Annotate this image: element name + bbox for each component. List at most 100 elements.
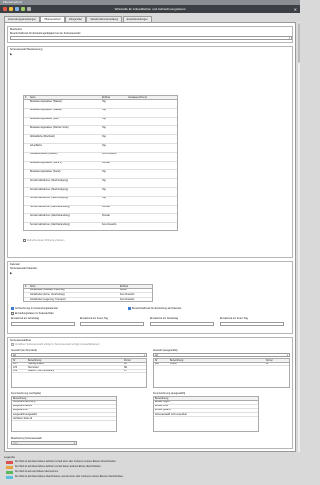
table-cell xyxy=(128,170,177,171)
add-icon[interactable] xyxy=(21,7,25,11)
lower-left-label: Kennzeichnung (verfügbar) xyxy=(11,392,42,395)
table-row[interactable]: LVE Reaktor (Test Kenndaten) RT xyxy=(12,370,146,374)
table-cell: Bewässerungswasser (Wasser) xyxy=(30,100,63,103)
kennzeichnung-ausgewaehlt-table: Bezeichnung Einsatz beginn Einsatz ende Ei… xyxy=(153,396,259,432)
sortenauswahl-select[interactable]: Unit xyxy=(11,441,77,445)
option-label: Bereitschaftszeit für Einstellung als Ka… xyxy=(132,307,182,310)
legend-item: Der Wert ist auf dieser Ebene überschrie… xyxy=(4,474,296,479)
table-cell xyxy=(128,188,177,189)
table-row[interactable]: Bewässerungswasser (Flächen Stufe) Tag xyxy=(24,126,177,136)
table-row[interactable]: Bewässerungswasser (Wasser) Tag xyxy=(24,100,177,109)
lower-right-label: Kennzeichnung (ausgewählt) xyxy=(153,392,186,395)
bereitschaftszeit-kalender-checkbox[interactable] xyxy=(128,307,131,310)
refresh-icon[interactable] xyxy=(15,7,19,11)
legend-text: Der Wert ist auf einer Ebene übernommen. xyxy=(15,471,59,473)
table-cell xyxy=(128,135,177,136)
table-cell: Kein Zuwachs xyxy=(120,298,135,301)
table-row[interactable]: Bewässerungswasser (Kalt) Tag xyxy=(24,118,177,127)
right-selection-table: Nr Bezeichnung Kürzel IRE Irrland IR xyxy=(153,358,290,388)
table-row[interactable]: Bewässerungswasser (Kanal) Tag xyxy=(24,170,177,180)
table-cell: Feldarbeiten (Ernte, Verarbeitung) xyxy=(30,293,65,296)
table-cell: Periode xyxy=(102,162,110,165)
legend-swatch xyxy=(6,476,13,479)
table-row[interactable]: Gewässerwasser (Wasser) Kein Zuwachs xyxy=(24,153,177,162)
table-cell: Sortenkennzeichnung xyxy=(13,401,36,404)
table-cell: Kein Zuwachs xyxy=(102,153,117,156)
table-cell: Kein Zuwachs xyxy=(120,293,135,296)
kennzeichnung-verfuegbar-table: Bezeichnung Sortenkennzeichnung ausgewähl… xyxy=(11,396,117,432)
section-kalender: Kalender Sortenauswahl Kalender ▶ # Sort… xyxy=(7,261,293,334)
date-label-1: Einsatzzeit am Arbeitstag xyxy=(11,317,40,320)
table-cell: IRE xyxy=(155,363,159,366)
table-cell: Reaktor (Test Kenndaten) xyxy=(28,370,55,373)
table-cell xyxy=(128,153,177,154)
table-row[interactable]: Sondermaßnahmen (Nachbehandlung) Periode xyxy=(24,214,177,224)
save-icon[interactable] xyxy=(3,7,7,11)
table-row[interactable]: Sondermaßnahmen (Tauchreinigung) Tag xyxy=(24,188,177,197)
table-cell: Sondermaßnahmen (Tauchreinigung) xyxy=(30,197,69,200)
date-input-1[interactable] xyxy=(11,322,75,326)
table-row[interactable]: Sondermaßnahmen (Nachbehandlung) Periode xyxy=(24,206,177,215)
scrollbar-thumb[interactable] xyxy=(298,23,300,63)
right-type-select[interactable]: Art xyxy=(153,353,290,357)
date-input-4[interactable] xyxy=(220,322,284,326)
table-cell xyxy=(128,214,177,215)
table-row[interactable]: IRE Irrland IR xyxy=(154,363,289,367)
table-cell xyxy=(128,118,177,119)
zeitreihe-checkbox[interactable] xyxy=(23,239,26,242)
vertical-scrollbar[interactable] xyxy=(297,22,300,452)
date-input-3[interactable] xyxy=(150,322,214,326)
table-cell: Bewässerungswasser (Flächen Stufe) xyxy=(30,126,69,129)
kalenderblatt-checkbox[interactable] xyxy=(11,312,14,315)
left-list-label: Auswahl (am Flurstück) xyxy=(11,349,38,352)
window-title: Pflanzenschutz xyxy=(3,0,22,4)
table-row[interactable]: Bewässerungswasser (Stufe II) Periode xyxy=(24,162,177,171)
table-cell: Sondermaßnahmen (Nachbehandlung) xyxy=(30,206,70,209)
table-cell: Tag xyxy=(102,126,106,129)
expand-icon[interactable]: ▶ xyxy=(10,53,12,56)
table-row[interactable]: Sondermaßnahmen (Tauchreinigung) Tag xyxy=(24,179,177,188)
table-row[interactable]: Sondermaßnahmen (Nachbehandlung) Kein Zuw… xyxy=(24,223,177,230)
date-label-4: Einsatzzeit am freien Tag xyxy=(220,317,248,320)
main-panel: Bearbeiten Bereitschaftszeit für Einstel… xyxy=(4,22,296,452)
legend-text: Der Wert ist auf dieser Ebene definiert … xyxy=(15,461,117,463)
table-row[interactable]: Bewässerungswasser (Wasser) Tag xyxy=(24,109,177,118)
table-cell: Bewässerungswasser (Kalt) xyxy=(30,118,59,121)
table-cell: Bewässerungswasser (Stufe II) xyxy=(30,162,62,165)
table-cell: Abbaufläche (Mischsalz) xyxy=(30,135,56,138)
settings-icon[interactable] xyxy=(27,7,31,11)
table-cell: ausgewählt aktuell xyxy=(13,405,32,408)
auswahlkriterien-checkbox[interactable] xyxy=(11,343,14,346)
table-row[interactable]: Feldarbeiten (Lagerung, Transport) Kein Z… xyxy=(24,298,152,301)
table-cell: Monat xyxy=(120,289,127,292)
table-cell: Periode xyxy=(102,206,110,209)
table-cell: ausgewählt alt xyxy=(13,409,28,412)
undo-icon[interactable] xyxy=(9,7,13,11)
table-row[interactable]: Verfahren Stufe alt xyxy=(12,417,116,422)
table-cell: Tag xyxy=(102,170,106,173)
legend-text: Der Wert ist auf dieser Ebene überschrie… xyxy=(15,476,124,478)
expand-icon[interactable]: ▶ xyxy=(10,272,12,275)
checkbox-label: Zeitreihe dieser Wirkung erfassen xyxy=(27,239,65,242)
table-cell xyxy=(128,197,177,198)
table-cell: Kein Zuwachs xyxy=(102,223,117,226)
table-cell: Sondermaßnahmen (Nachbehandlung) xyxy=(30,223,70,226)
table-row[interactable]: Ackerfläche Tag xyxy=(24,144,177,153)
table-cell: Einsatz ende xyxy=(155,405,169,408)
left-type-select[interactable]: Art xyxy=(11,353,147,357)
table-cell: Feldarbeiten (Lagerung, Transport) xyxy=(30,298,66,301)
table-row[interactable]: Sondermaßnahmen (Tauchreinigung) Tag xyxy=(24,197,177,206)
table-cell: ausgewählt ausgewählt xyxy=(13,413,37,416)
bereitschaftszeit-select[interactable] xyxy=(10,36,292,40)
table-row[interactable]: Abbaufläche (Mischsalz) Tag xyxy=(24,135,177,144)
close-icon[interactable]: ✕ xyxy=(294,7,297,12)
disabled-option-label: Verfahren Sortenauswahl erfolgt zu Sorte… xyxy=(15,343,100,346)
table-row[interactable]: Sortenauswahl nicht einsetzbar xyxy=(154,413,258,418)
section-title: Sortenauswahlliste xyxy=(10,338,31,342)
table-cell: Tag xyxy=(102,135,106,138)
table-cell: Sondermaßnahmen (Tauchreinigung) xyxy=(30,188,69,191)
table-cell xyxy=(128,223,177,224)
date-input-2[interactable] xyxy=(80,322,144,326)
section-title: Bearbeiten xyxy=(10,27,23,31)
anwendungskalender-checkbox[interactable] xyxy=(11,307,14,310)
